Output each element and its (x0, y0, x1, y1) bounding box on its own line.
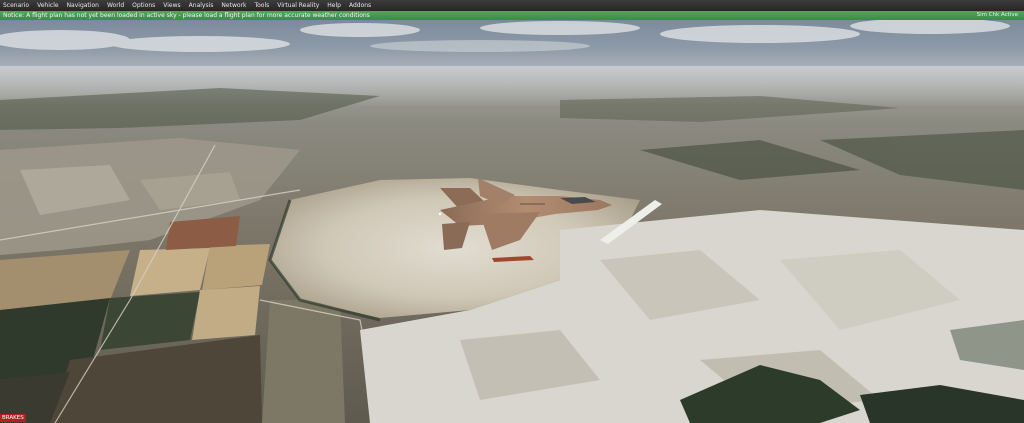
menu-views[interactable]: Views (159, 0, 184, 11)
menu-bar: Scenario Vehicle Navigation World Option… (0, 0, 1024, 11)
notice-bar: Notice: A flight plan has not yet been l… (0, 11, 1024, 20)
menu-world[interactable]: World (103, 0, 128, 11)
scene-view[interactable] (0, 0, 1024, 423)
menu-virtual-reality[interactable]: Virtual Reality (273, 0, 323, 11)
menu-tools[interactable]: Tools (250, 0, 273, 11)
menu-addons[interactable]: Addons (345, 0, 375, 11)
status-badge: BRAKES (0, 414, 26, 422)
menu-vehicle[interactable]: Vehicle (33, 0, 62, 11)
menu-options[interactable]: Options (128, 0, 159, 11)
menu-network[interactable]: Network (217, 0, 250, 11)
simulator-viewport: Scenario Vehicle Navigation World Option… (0, 0, 1024, 423)
menu-analysis[interactable]: Analysis (185, 0, 218, 11)
menu-navigation[interactable]: Navigation (63, 0, 103, 11)
notice-message: Notice: A flight plan has not yet been l… (3, 12, 370, 19)
menu-help[interactable]: Help (323, 0, 345, 11)
notice-link[interactable]: Sim Chk Active (977, 11, 1018, 20)
menu-scenario[interactable]: Scenario (0, 0, 33, 11)
